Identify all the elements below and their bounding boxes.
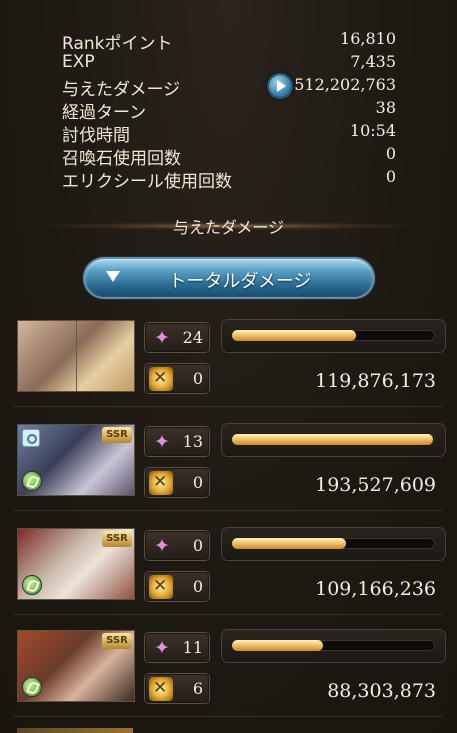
row-divider — [14, 510, 442, 511]
damage-value: 109,166,236 — [315, 578, 436, 600]
ring-icon — [22, 429, 40, 447]
damage-bar — [222, 424, 445, 456]
burst-icon — [149, 575, 173, 599]
character-portrait[interactable]: SSR — [17, 630, 135, 702]
ssr-badge: SSR — [102, 531, 132, 547]
stat-value: 38 — [375, 98, 396, 117]
next-portrait-peek — [17, 728, 133, 733]
damage-value: 193,527,609 — [315, 474, 436, 496]
burst-count-box: 0 — [145, 572, 209, 601]
damage-bar-track — [232, 330, 435, 341]
stat-exp: EXP 7,435 — [62, 52, 396, 75]
stat-label: EXP — [62, 52, 95, 72]
star-count: 11 — [182, 638, 203, 657]
damage-bar-fill — [232, 640, 324, 651]
dropdown-arrow-icon — [106, 271, 120, 282]
star-count-box: ✦ 0 — [145, 531, 209, 560]
stat-value: 512,202,763 — [294, 75, 396, 94]
stat-value: 0 — [385, 167, 396, 186]
row-divider — [14, 716, 442, 717]
wind-element-icon — [22, 471, 42, 491]
burst-count: 0 — [192, 473, 203, 492]
burst-count-box: 6 — [145, 674, 209, 703]
total-damage-label: トータルダメージ — [168, 271, 312, 292]
star-icon: ✦ — [154, 431, 170, 453]
stat-summon-uses: 召喚石使用回数 0 — [62, 144, 396, 169]
character-portrait[interactable]: SSR — [17, 424, 135, 496]
character-portrait[interactable]: SSR — [17, 528, 135, 600]
star-count: 13 — [182, 432, 203, 451]
stat-label: Rankポイント — [62, 34, 173, 54]
damage-bar-fill — [232, 330, 356, 341]
damage-value: 88,303,873 — [327, 680, 436, 702]
wind-element-icon — [22, 677, 42, 697]
stat-rank-points: Rankポイント 16,810 — [62, 29, 396, 54]
row-divider — [14, 406, 442, 407]
stat-value: 7,435 — [350, 52, 396, 71]
damage-bar-track — [232, 538, 435, 549]
star-count-box: ✦ 24 — [145, 323, 209, 352]
damage-bar-track — [232, 434, 435, 445]
stat-damage-dealt: 与えたダメージ 512,202,763 — [62, 73, 396, 100]
burst-count: 0 — [192, 577, 203, 596]
portrait-divider — [76, 321, 77, 391]
star-icon: ✦ — [154, 327, 170, 349]
star-count: 0 — [192, 536, 203, 555]
burst-icon — [149, 677, 173, 701]
stat-elixir-uses: エリクシール使用回数 0 — [62, 167, 396, 192]
stat-value: 0 — [385, 144, 396, 163]
star-count-box: ✦ 13 — [145, 427, 209, 456]
damage-bar-fill — [232, 538, 346, 549]
star-icon: ✦ — [154, 637, 170, 659]
character-portrait[interactable] — [17, 320, 135, 392]
star-count: 24 — [182, 328, 203, 347]
damage-value: 119,876,173 — [315, 370, 436, 392]
stat-label: 討伐時間 — [62, 126, 130, 146]
burst-icon — [149, 471, 173, 495]
character-row: SSR ✦ 11 6 88,303,873 — [17, 630, 445, 722]
stat-battle-time: 討伐時間 10:54 — [62, 121, 396, 146]
wind-element-icon — [22, 575, 42, 595]
play-icon[interactable] — [267, 73, 293, 99]
section-title: 与えたダメージ — [172, 218, 285, 237]
star-icon: ✦ — [154, 535, 170, 557]
stat-value: 10:54 — [349, 121, 396, 140]
stat-label: 与えたダメージ — [62, 80, 181, 100]
stat-value: 16,810 — [340, 29, 396, 48]
stat-label: 経過ターン — [62, 103, 147, 123]
burst-count-box: 0 — [145, 468, 209, 497]
stat-elapsed-turns: 経過ターン 38 — [62, 98, 396, 123]
burst-count: 0 — [192, 369, 203, 388]
burst-icon — [149, 367, 173, 391]
damage-bar — [222, 320, 445, 352]
ssr-badge: SSR — [102, 427, 132, 443]
character-row: SSR ✦ 0 0 109,166,236 — [17, 528, 445, 620]
damage-bar-track — [232, 640, 435, 651]
burst-count-box: 0 — [145, 364, 209, 393]
character-row: ✦ 24 0 119,876,173 — [17, 320, 445, 412]
ssr-badge: SSR — [102, 633, 132, 649]
stat-label: 召喚石使用回数 — [62, 149, 181, 169]
damage-bar — [222, 528, 445, 560]
stat-label: エリクシール使用回数 — [62, 172, 232, 192]
row-divider — [14, 614, 442, 615]
damage-bar — [222, 630, 445, 662]
burst-count: 6 — [192, 679, 203, 698]
star-count-box: ✦ 11 — [145, 633, 209, 662]
damage-bar-fill — [232, 434, 433, 445]
character-row: SSR ✦ 13 0 193,527,609 — [17, 424, 445, 516]
